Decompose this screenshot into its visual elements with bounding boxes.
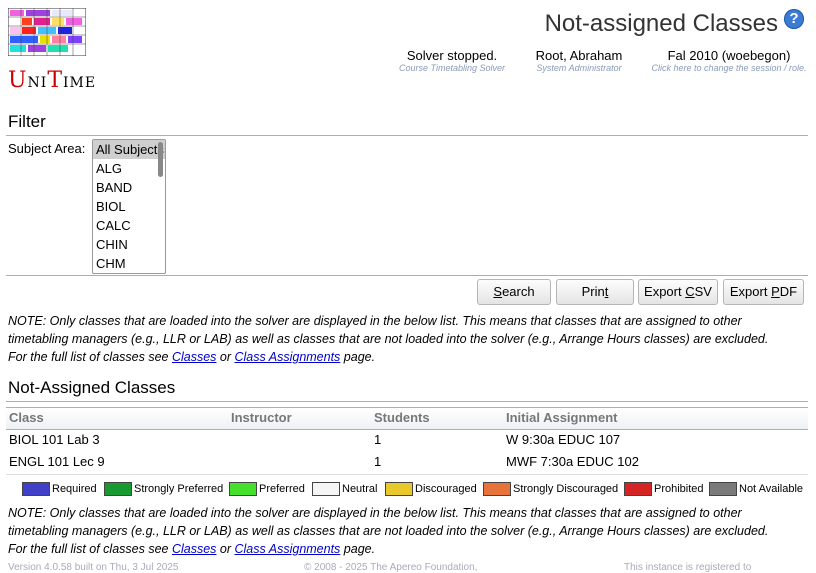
subject-option[interactable]: ALG [93, 159, 165, 178]
results-title: Not-Assigned Classes [8, 378, 176, 397]
subject-option[interactable]: All Subjects [93, 140, 165, 159]
cell-assignment: MWF 7:30a EDUC 102 [506, 454, 639, 469]
legend-swatch [312, 482, 340, 496]
table-bottom-line [6, 474, 808, 475]
session-name: Fal 2010 (woebegon) [667, 48, 791, 63]
classes-link[interactable]: Classes [172, 542, 216, 556]
subject-area-listbox[interactable]: All Subjects ALG BAND BIOL CALC CHIN CHM [92, 139, 166, 274]
unitime-logo[interactable]: UNITIME [8, 8, 95, 93]
column-header-class[interactable]: Class [9, 410, 44, 425]
subject-option[interactable]: CALC [93, 216, 165, 235]
search-button[interactable]: Search [477, 279, 551, 305]
class-assignments-link[interactable]: Class Assignments [234, 542, 340, 556]
subject-option[interactable]: CHIN [93, 235, 165, 254]
subject-option[interactable]: CHM [93, 254, 165, 273]
user-role: System Administrator [536, 63, 622, 73]
export-csv-button[interactable]: Export CSV [638, 279, 718, 305]
cell-assignment: W 9:30a EDUC 107 [506, 432, 621, 447]
note-top: NOTE: Only classes that are loaded into … [8, 314, 769, 364]
help-icon[interactable]: ? [784, 9, 804, 29]
print-button[interactable]: Print [556, 279, 634, 305]
column-header-initial-assignment[interactable]: Initial Assignment [506, 410, 617, 425]
user-name: Root, Abraham [535, 48, 623, 63]
solver-type: Course Timetabling Solver [399, 63, 505, 73]
legend-swatch [22, 482, 50, 496]
column-header-students[interactable]: Students [374, 410, 430, 425]
legend-swatch [229, 482, 257, 496]
subject-option[interactable]: BIOL [93, 197, 165, 216]
solver-status-text: Solver stopped. [406, 48, 498, 63]
cell-class: ENGL 101 Lec 9 [9, 454, 105, 469]
class-assignments-link[interactable]: Class Assignments [234, 350, 340, 364]
subject-option[interactable]: BAND [93, 178, 165, 197]
export-pdf-button[interactable]: Export PDF [723, 279, 804, 305]
legend-swatch [483, 482, 511, 496]
unitime-wordmark: UNITIME [8, 68, 97, 93]
user-info[interactable]: Root, Abraham System Administrator [520, 48, 638, 73]
subject-area-label: Subject Area: [8, 141, 86, 156]
timetable-grid-logo [8, 8, 86, 56]
listbox-scrollbar[interactable] [158, 142, 163, 177]
solver-status[interactable]: Solver stopped. Course Timetabling Solve… [392, 48, 512, 73]
legend-swatch [104, 482, 132, 496]
session-hint: Click here to change the session / role. [651, 63, 807, 73]
session-selector[interactable]: Fal 2010 (woebegon) Click here to change… [646, 48, 812, 73]
page-title: Not-assigned Classes [544, 10, 778, 37]
legend-swatch [709, 482, 737, 496]
column-header-instructor[interactable]: Instructor [231, 410, 292, 425]
filter-bottom-divider [6, 275, 808, 276]
legend-swatch [624, 482, 652, 496]
filter-divider [6, 135, 808, 136]
cell-students: 1 [374, 432, 382, 447]
classes-link[interactable]: Classes [172, 350, 216, 364]
legend-swatch [385, 482, 413, 496]
note-bottom: NOTE: Only classes that are loaded into … [8, 506, 769, 556]
results-divider [6, 401, 808, 402]
filter-title: Filter [8, 112, 46, 131]
cell-class: BIOL 101 Lab 3 [9, 432, 100, 447]
cell-students: 1 [374, 454, 382, 469]
